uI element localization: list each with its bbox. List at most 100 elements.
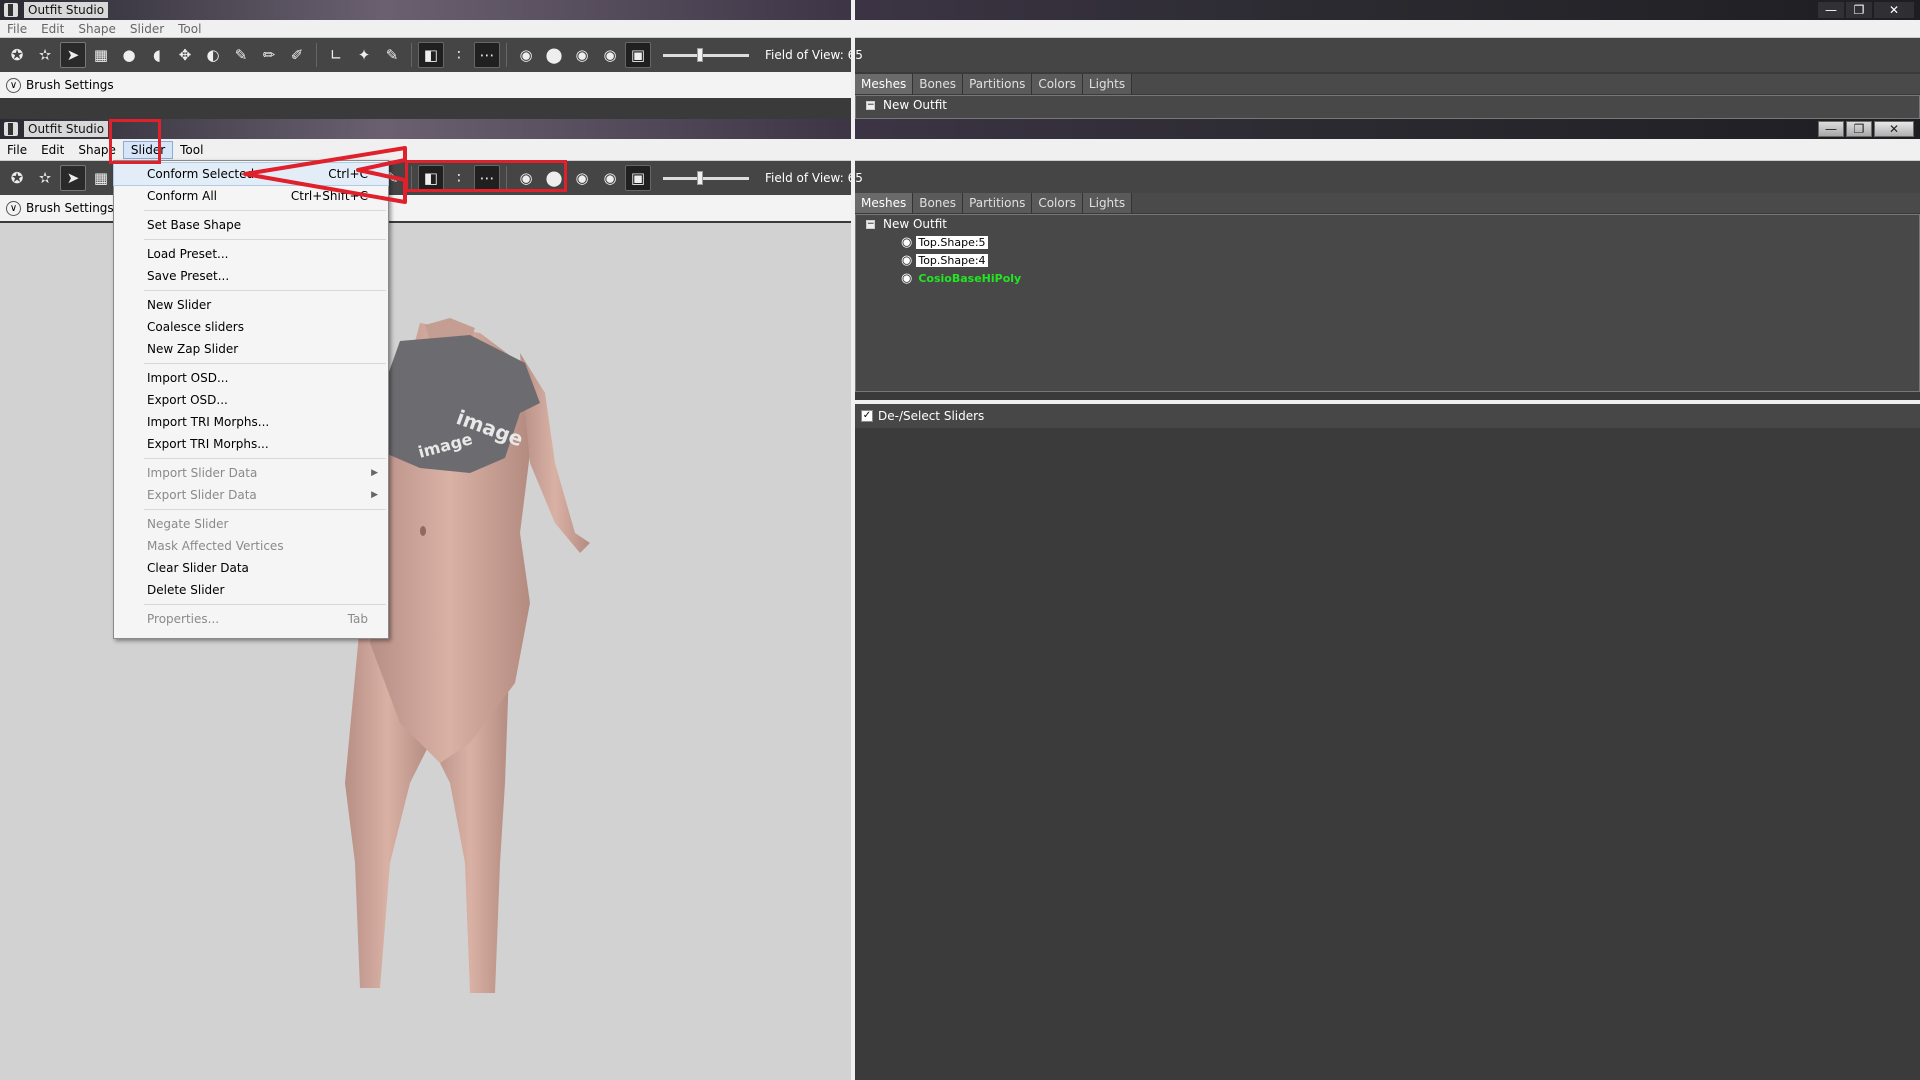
shape-label[interactable]: Top.Shape:4 — [916, 253, 988, 267]
tab-lights[interactable]: Lights — [1082, 193, 1133, 213]
perspective-icon[interactable]: ▣ — [625, 42, 651, 68]
menu-item-coalesce-sliders[interactable]: Coalesce sliders — [114, 316, 388, 338]
menu-edit[interactable]: Edit — [34, 20, 71, 38]
deflate-brush-icon[interactable]: ◖ — [144, 42, 170, 68]
right-view-icon[interactable]: ◉ — [597, 165, 623, 191]
back-view-icon[interactable]: ⬤ — [541, 165, 567, 191]
fov-slider[interactable] — [663, 170, 749, 185]
collapse-icon[interactable]: − — [866, 219, 875, 229]
vertex-edit-icon[interactable]: ✎ — [379, 42, 405, 68]
select-sliders-checkbox[interactable]: ✓ — [861, 410, 873, 422]
menu-file[interactable]: File — [0, 20, 34, 38]
alpha-brush-icon[interactable]: ✐ — [284, 42, 310, 68]
visibility-eye-icon[interactable]: ◉ — [901, 271, 912, 286]
perspective-icon[interactable]: ▣ — [625, 165, 651, 191]
tab-partitions[interactable]: Partitions — [963, 193, 1033, 213]
tab-bones[interactable]: Bones — [913, 193, 964, 213]
tree-root[interactable]: − New Outfit — [856, 215, 1919, 233]
menu-item-properties[interactable]: Properties... Tab — [114, 608, 388, 630]
menu-item-save-preset[interactable]: Save Preset... — [114, 265, 388, 287]
menu-item-negate-slider[interactable]: Negate Slider — [114, 513, 388, 535]
color-brush-icon[interactable]: ✏ — [256, 42, 282, 68]
shape-label[interactable]: Top.Shape:5 — [916, 235, 988, 249]
x-mirror-icon[interactable]: ◧ — [418, 42, 444, 68]
sliders-header[interactable]: ✓ De-/Select Sliders — [855, 404, 1920, 428]
maximize-icon[interactable]: ❐ — [1846, 2, 1872, 18]
left-view-icon[interactable]: ◉ — [569, 42, 595, 68]
visibility-eye-icon[interactable]: ◉ — [901, 235, 912, 250]
tab-bones[interactable]: Bones — [913, 74, 964, 94]
load-outfit-icon[interactable]: ✫ — [32, 42, 58, 68]
global-brush-icon[interactable]: ⋯ — [474, 165, 500, 191]
tab-colors[interactable]: Colors — [1032, 193, 1083, 213]
tree-shape-item[interactable]: ◉ Top.Shape:5 — [856, 233, 1919, 251]
select-tool-icon[interactable]: ➤ — [60, 165, 86, 191]
load-outfit-icon[interactable]: ✫ — [32, 165, 58, 191]
mask-brush-icon[interactable]: ▦ — [88, 42, 114, 68]
tree-shape-item[interactable]: ◉ CosioBaseHiPoly — [856, 269, 1919, 287]
tab-colors[interactable]: Colors — [1032, 74, 1083, 94]
fov-label: Field of View: 65 — [765, 171, 863, 185]
chevron-down-icon[interactable]: ∨ — [6, 200, 21, 216]
menu-item-mask-affected[interactable]: Mask Affected Vertices — [114, 535, 388, 557]
close-icon[interactable]: ✕ — [1874, 121, 1914, 137]
menu-shape[interactable]: Shape — [71, 20, 123, 38]
tab-partitions[interactable]: Partitions — [963, 74, 1033, 94]
menu-item-clear-slider-data[interactable]: Clear Slider Data — [114, 557, 388, 579]
menu-item-import-slider-data[interactable]: Import Slider Data ▶ — [114, 462, 388, 484]
front-view-icon[interactable]: ◉ — [513, 165, 539, 191]
reference-shape-label[interactable]: CosioBaseHiPoly — [916, 272, 1023, 285]
tab-meshes[interactable]: Meshes — [855, 74, 914, 94]
fov-slider-knob[interactable] — [697, 170, 703, 185]
menu-item-new-slider[interactable]: New Slider — [114, 294, 388, 316]
menu-item-load-preset[interactable]: Load Preset... — [114, 243, 388, 265]
visibility-eye-icon[interactable]: ◉ — [901, 253, 912, 268]
menu-item-export-osd[interactable]: Export OSD... — [114, 389, 388, 411]
menu-item-import-osd[interactable]: Import OSD... — [114, 367, 388, 389]
pivot-icon[interactable]: ✦ — [351, 42, 377, 68]
menu-item-delete-slider[interactable]: Delete Slider — [114, 579, 388, 601]
smooth-brush-icon[interactable]: ◐ — [200, 42, 226, 68]
x-mirror-icon[interactable]: ◧ — [418, 165, 444, 191]
menu-item-new-zap-slider[interactable]: New Zap Slider — [114, 338, 388, 360]
minimize-icon[interactable]: — — [1818, 121, 1844, 137]
global-brush-icon[interactable]: ⋯ — [474, 42, 500, 68]
tree-shape-item[interactable]: ◉ Top.Shape:4 — [856, 251, 1919, 269]
brush-settings-bar[interactable]: ∨ Brush Settings — [0, 72, 851, 98]
minimize-icon[interactable]: — — [1818, 2, 1844, 18]
load-reference-icon[interactable]: ✪ — [4, 165, 30, 191]
move-brush-icon[interactable]: ✥ — [172, 42, 198, 68]
mask-brush-icon[interactable]: ▦ — [88, 165, 114, 191]
tab-meshes[interactable]: Meshes — [855, 193, 914, 213]
menu-slider[interactable]: Slider — [123, 20, 171, 38]
menu-shape[interactable]: Shape — [71, 141, 123, 159]
fov-slider-knob[interactable] — [697, 47, 703, 62]
front-view-icon[interactable]: ◉ — [513, 42, 539, 68]
close-icon[interactable]: ✕ — [1874, 2, 1914, 18]
right-view-icon[interactable]: ◉ — [597, 42, 623, 68]
fov-slider[interactable] — [663, 47, 749, 62]
select-tool-icon[interactable]: ➤ — [60, 42, 86, 68]
menu-slider[interactable]: Slider — [122, 140, 174, 159]
menu-item-import-tri[interactable]: Import TRI Morphs... — [114, 411, 388, 433]
transform-icon[interactable]: ∟ — [323, 42, 349, 68]
tree-root[interactable]: − New Outfit — [856, 96, 1919, 114]
menu-edit[interactable]: Edit — [34, 141, 71, 159]
menu-tool[interactable]: Tool — [173, 141, 210, 159]
menu-item-export-tri[interactable]: Export TRI Morphs... — [114, 433, 388, 455]
connected-only-icon[interactable]: ∶ — [446, 42, 472, 68]
inflate-brush-icon[interactable]: ● — [116, 42, 142, 68]
chevron-down-icon[interactable]: ∨ — [6, 77, 21, 93]
connected-only-icon[interactable]: ∶ — [446, 165, 472, 191]
tab-lights[interactable]: Lights — [1082, 74, 1133, 94]
menu-file[interactable]: File — [0, 141, 34, 159]
load-reference-icon[interactable]: ✪ — [4, 42, 30, 68]
menu-item-set-base-shape[interactable]: Set Base Shape — [114, 214, 388, 236]
weight-brush-icon[interactable]: ✎ — [228, 42, 254, 68]
left-view-icon[interactable]: ◉ — [569, 165, 595, 191]
maximize-icon[interactable]: ❐ — [1846, 121, 1872, 137]
menu-tool[interactable]: Tool — [171, 20, 208, 38]
collapse-icon[interactable]: − — [866, 100, 875, 110]
back-view-icon[interactable]: ⬤ — [541, 42, 567, 68]
menu-item-export-slider-data[interactable]: Export Slider Data ▶ — [114, 484, 388, 506]
